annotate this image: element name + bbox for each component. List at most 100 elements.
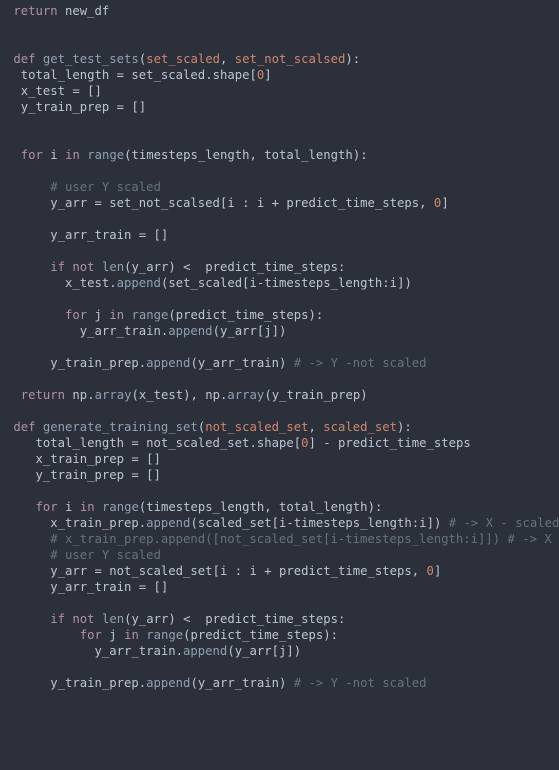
code-method: append xyxy=(183,644,227,658)
code-param: set_scaled xyxy=(146,52,220,66)
code-identifier: predict_time_steps xyxy=(286,196,419,210)
code-identifier: i xyxy=(227,196,234,210)
code-identifier: i xyxy=(50,148,57,162)
code-identifier: set_not_scalsed xyxy=(109,196,220,210)
code-identifier: y_train_prep xyxy=(36,468,125,482)
code-identifier: y_arr xyxy=(235,644,272,658)
code-keyword: if xyxy=(50,612,65,626)
code-identifier: total_length xyxy=(21,68,110,82)
code-keyword: def xyxy=(13,52,35,66)
code-identifier: not_scaled_set xyxy=(109,564,212,578)
code-attr: shape xyxy=(257,436,294,450)
code-comment: # x_train_prep.append([not_scaled_set[i-… xyxy=(50,532,559,546)
code-method: append xyxy=(146,676,190,690)
code-keyword: in xyxy=(124,628,139,642)
code-identifier: np xyxy=(72,388,87,402)
code-identifier: x_test xyxy=(65,276,109,290)
code-identifier: timesteps_length xyxy=(146,500,264,514)
code-identifier: j xyxy=(109,628,116,642)
code-identifier: total_length xyxy=(279,500,368,514)
code-identifier: set_scaled xyxy=(131,68,205,82)
code-keyword: in xyxy=(80,500,95,514)
code-identifier: new_df xyxy=(65,4,109,18)
code-function: get_test_sets xyxy=(43,52,139,66)
code-method: append xyxy=(146,516,190,530)
code-function: len xyxy=(102,612,124,626)
code-method: array xyxy=(227,388,264,402)
code-number: 0 xyxy=(301,436,308,450)
code-identifier: predict_time_steps xyxy=(279,564,412,578)
code-identifier: predict_time_steps xyxy=(338,436,471,450)
code-comment: # user Y scaled xyxy=(50,548,161,562)
code-identifier: y_arr xyxy=(50,196,87,210)
code-identifier: predict_time_steps xyxy=(205,260,338,274)
code-identifier: i xyxy=(419,516,426,530)
code-identifier: x_test xyxy=(139,388,183,402)
code-number: 0 xyxy=(434,196,441,210)
code-identifier: i xyxy=(279,516,286,530)
code-identifier: i xyxy=(249,276,256,290)
code-keyword: not xyxy=(72,612,94,626)
code-identifier: y_arr_train xyxy=(50,580,131,594)
code-identifier: x_test xyxy=(21,84,65,98)
code-identifier: j xyxy=(279,644,286,658)
code-identifier: y_arr xyxy=(50,564,87,578)
code-keyword: in xyxy=(65,148,80,162)
code-identifier: predict_time_steps xyxy=(176,308,309,322)
code-identifier: y_arr_train xyxy=(198,356,279,370)
code-identifier: y_train_prep xyxy=(21,100,110,114)
code-identifier: total_length xyxy=(264,148,353,162)
code-identifier: y_arr xyxy=(131,260,168,274)
code-keyword: for xyxy=(65,308,87,322)
code-keyword: return xyxy=(21,388,65,402)
code-identifier: y_arr_train xyxy=(95,644,176,658)
code-keyword: in xyxy=(109,308,124,322)
code-number: 0 xyxy=(427,564,434,578)
code-identifier: y_arr_train xyxy=(80,324,161,338)
code-identifier: predict_time_steps xyxy=(205,612,338,626)
code-identifier: y_train_prep xyxy=(272,388,361,402)
code-identifier: timesteps_length xyxy=(294,516,412,530)
code-method: array xyxy=(95,388,132,402)
code-method: append xyxy=(168,324,212,338)
code-identifier: i xyxy=(257,196,264,210)
code-function: range xyxy=(87,148,124,162)
code-identifier: predict_time_steps xyxy=(191,628,324,642)
code-attr: shape xyxy=(213,68,250,82)
code-keyword: for xyxy=(36,500,58,514)
code-identifier: total_length xyxy=(36,436,125,450)
code-identifier: timesteps_length xyxy=(264,276,382,290)
code-keyword: for xyxy=(21,148,43,162)
code-identifier: i xyxy=(65,500,72,514)
code-param: not_scaled_set xyxy=(205,420,308,434)
code-keyword: return xyxy=(13,4,57,18)
code-function: len xyxy=(102,260,124,274)
code-comment: # -> Y -not scaled xyxy=(294,356,427,370)
code-identifier: y_arr xyxy=(220,324,257,338)
code-keyword: for xyxy=(80,628,102,642)
code-identifier: not_scaled_set xyxy=(146,436,249,450)
code-comment: # -> X - scaled xyxy=(449,516,559,530)
code-identifier: scaled_set xyxy=(198,516,272,530)
code-identifier: y_arr_train xyxy=(198,676,279,690)
code-identifier: j xyxy=(95,308,102,322)
code-comment: # -> Y -not scaled xyxy=(294,676,427,690)
code-identifier: y_arr xyxy=(131,612,168,626)
code-function: generate_training_set xyxy=(43,420,198,434)
code-identifier: timesteps_length xyxy=(132,148,250,162)
code-number: 0 xyxy=(257,68,264,82)
code-identifier: y_arr_train xyxy=(50,228,131,242)
code-function: range xyxy=(146,628,183,642)
code-param: set_not_scalsed xyxy=(235,52,346,66)
code-identifier: i xyxy=(220,564,227,578)
code-function: range xyxy=(102,500,139,514)
code-keyword: def xyxy=(13,420,35,434)
code-identifier: x_train_prep xyxy=(50,516,139,530)
code-identifier: i xyxy=(390,276,397,290)
code-keyword: if xyxy=(50,260,65,274)
code-identifier: i xyxy=(249,564,256,578)
code-block: return new_df def get_test_sets(set_scal… xyxy=(0,0,559,697)
code-comment: # user Y scaled xyxy=(50,180,161,194)
code-identifier: j xyxy=(264,324,271,338)
code-method: append xyxy=(117,276,161,290)
